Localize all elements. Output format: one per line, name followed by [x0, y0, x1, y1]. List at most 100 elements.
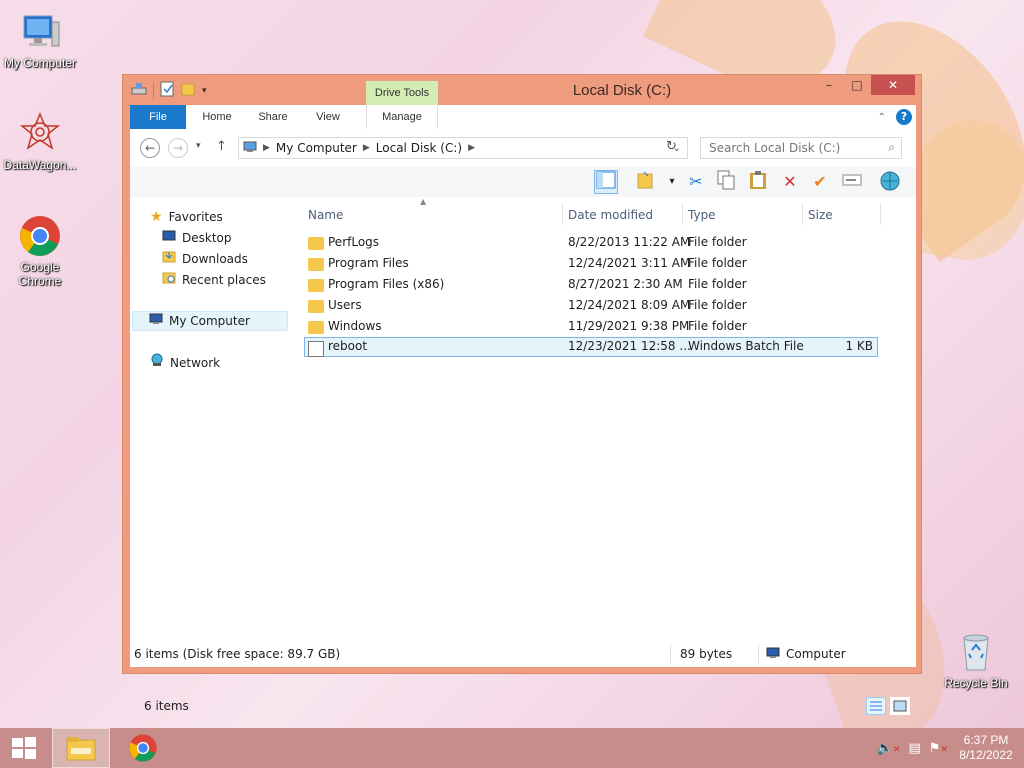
- nav-downloads[interactable]: Downloads: [162, 249, 248, 269]
- action-center-icon[interactable]: ⚑✕: [929, 741, 948, 756]
- window-title: Local Disk (C:): [572, 82, 672, 99]
- computer-small-icon: [149, 311, 163, 331]
- computer-small-icon: [766, 647, 780, 662]
- taskbar: 🔈✕ ▤ ⚑✕ 6:37 PM 8/12/2022: [0, 728, 1024, 768]
- forward-button[interactable]: →: [168, 138, 188, 158]
- breadcrumb-local-disk[interactable]: Local Disk (C:): [376, 141, 462, 155]
- minimize-button[interactable]: –: [815, 75, 843, 95]
- file-name: Windows: [328, 319, 382, 333]
- back-button[interactable]: ←: [140, 138, 160, 158]
- chevron-right-icon[interactable]: ▶: [468, 143, 475, 153]
- desktop-icon-datawagon[interactable]: DataWagon...: [0, 112, 80, 172]
- file-date: 12/24/2021 3:11 AM: [568, 256, 691, 270]
- nav-network-label: Network: [170, 356, 221, 370]
- network-status-icon[interactable]: ▤: [909, 741, 921, 756]
- tab-share[interactable]: Share: [248, 105, 298, 129]
- help-icon[interactable]: ?: [896, 109, 912, 125]
- item-count: 6 items: [144, 699, 189, 713]
- dropdown-icon[interactable]: ▾: [660, 170, 684, 194]
- sort-indicator-icon: ▲: [420, 197, 427, 206]
- tab-file[interactable]: File: [130, 105, 186, 129]
- file-date: 11/29/2021 9:38 PM: [568, 319, 690, 333]
- select-folder-icon[interactable]: [634, 170, 658, 194]
- file-explorer-icon: [66, 737, 96, 761]
- volume-muted-icon[interactable]: 🔈✕: [877, 741, 901, 756]
- folder-icon: [308, 277, 324, 293]
- table-row[interactable]: Users 12/24/2021 8:09 AM File folder: [304, 296, 878, 316]
- column-header-size[interactable]: Size: [808, 203, 833, 227]
- clock[interactable]: 6:37 PM 8/12/2022: [956, 733, 1016, 763]
- start-button[interactable]: [0, 728, 48, 768]
- chevron-right-icon[interactable]: ▶: [263, 143, 270, 153]
- system-tray: 🔈✕ ▤ ⚑✕ 6:37 PM 8/12/2022: [877, 728, 1016, 768]
- file-type: File folder: [688, 256, 747, 270]
- search-input[interactable]: Search Local Disk (C:) ⌕: [700, 137, 902, 159]
- file-type: Windows Batch File: [688, 339, 804, 353]
- table-row[interactable]: PerfLogs 8/22/2013 11:22 AM File folder: [304, 233, 878, 253]
- close-button[interactable]: ✕: [871, 75, 915, 95]
- copy-icon[interactable]: [714, 170, 738, 194]
- network-globe-icon[interactable]: [878, 170, 902, 194]
- desktop-icon-label: Recycle Bin: [944, 676, 1008, 690]
- preview-pane-icon[interactable]: [594, 170, 618, 194]
- desktop-icon-chrome[interactable]: Google Chrome: [0, 214, 80, 288]
- column-divider[interactable]: [562, 203, 563, 225]
- desktop-icon-my-computer[interactable]: My Computer: [0, 10, 80, 70]
- column-divider[interactable]: [802, 203, 803, 225]
- recent-locations-icon[interactable]: ▾: [196, 141, 201, 151]
- up-button[interactable]: ↑: [216, 139, 227, 154]
- chevron-right-icon[interactable]: ▶: [363, 143, 370, 153]
- table-row[interactable]: Program Files 12/24/2021 3:11 AM File fo…: [304, 254, 878, 274]
- chrome-icon: [129, 734, 157, 762]
- column-divider[interactable]: [682, 203, 683, 225]
- nav-favorites[interactable]: ★ Favorites: [150, 207, 223, 227]
- desktop-icon-recycle-bin[interactable]: Recycle Bin: [936, 630, 1016, 690]
- file-date: 12/23/2021 12:58 ...: [568, 339, 691, 353]
- nav-desktop-label: Desktop: [182, 231, 232, 245]
- paste-icon[interactable]: [746, 170, 770, 194]
- status-bar: 6 items (Disk free space: 89.7 GB) 89 by…: [130, 643, 916, 667]
- file-name: reboot: [328, 339, 368, 353]
- cut-icon[interactable]: ✂: [684, 170, 708, 194]
- taskbar-file-explorer[interactable]: [52, 728, 110, 768]
- column-header-type[interactable]: Type: [688, 203, 716, 227]
- column-header-date[interactable]: Date modified: [568, 203, 653, 227]
- computer-icon: [18, 10, 62, 54]
- search-icon[interactable]: ⌕: [888, 140, 895, 155]
- network-icon: [150, 353, 164, 373]
- computer-small-icon: [243, 141, 257, 156]
- file-name: Program Files: [328, 256, 409, 270]
- refresh-icon[interactable]: ↻: [666, 139, 677, 154]
- table-row[interactable]: reboot 12/23/2021 12:58 ... Windows Batc…: [304, 337, 878, 357]
- nav-my-computer[interactable]: My Computer: [132, 311, 288, 331]
- nav-recent-places[interactable]: Recent places: [162, 270, 266, 290]
- rename-icon[interactable]: [840, 170, 864, 194]
- delete-icon[interactable]: ✕: [778, 170, 802, 194]
- tab-manage[interactable]: Manage: [366, 105, 438, 129]
- large-icons-view-icon[interactable]: [890, 697, 910, 715]
- tab-view[interactable]: View: [304, 105, 352, 129]
- breadcrumb-my-computer[interactable]: My Computer: [276, 141, 357, 155]
- maximize-button[interactable]: □: [843, 75, 871, 95]
- nav-recent-label: Recent places: [182, 273, 266, 287]
- file-list: ▲ Name Date modified Type Size PerfLogs …: [300, 197, 910, 643]
- taskbar-chrome[interactable]: [114, 728, 172, 768]
- details-view-icon[interactable]: [866, 697, 886, 715]
- table-row[interactable]: Program Files (x86) 8/27/2021 2:30 AM Fi…: [304, 275, 878, 295]
- column-divider[interactable]: [880, 203, 881, 225]
- column-header-name[interactable]: Name: [308, 203, 343, 227]
- search-placeholder: Search Local Disk (C:): [709, 141, 841, 155]
- expand-ribbon-icon[interactable]: ⌃: [878, 112, 886, 123]
- nav-network[interactable]: Network: [150, 353, 220, 373]
- status-free-space: 6 items (Disk free space: 89.7 GB): [134, 647, 341, 661]
- nav-desktop[interactable]: Desktop: [162, 228, 232, 248]
- divider: [670, 645, 671, 663]
- rename-check-icon[interactable]: ✔: [808, 170, 832, 194]
- table-row[interactable]: Windows 11/29/2021 9:38 PM File folder: [304, 317, 878, 337]
- file-type: File folder: [688, 319, 747, 333]
- title-bar[interactable]: ▾ Local Disk (C:) – □ ✕: [123, 75, 921, 105]
- folder-icon: [308, 319, 324, 335]
- datawagon-icon: [18, 112, 62, 156]
- address-input[interactable]: ▶ My Computer ▶ Local Disk (C:) ▶ ⌄: [238, 137, 688, 159]
- tab-home[interactable]: Home: [192, 105, 242, 129]
